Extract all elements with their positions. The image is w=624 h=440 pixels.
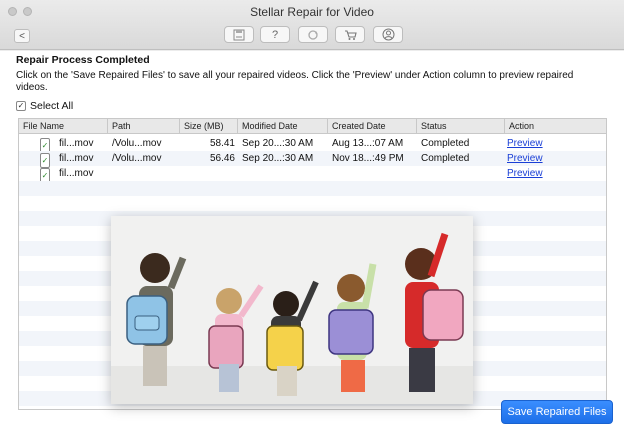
select-all-control[interactable]: ✓ Select All: [16, 100, 73, 112]
table-header: File Name Path Size (MB) Modified Date C…: [19, 119, 606, 134]
help-button[interactable]: ?: [260, 26, 290, 43]
children-with-backpacks-illustration: [111, 216, 473, 404]
size-cell: [180, 166, 235, 181]
modified-date-cell: Sep 20...:30 AM: [242, 138, 314, 149]
empty-row: [19, 181, 606, 196]
refresh-button[interactable]: [298, 26, 328, 43]
column-header-size[interactable]: Size (MB): [180, 119, 238, 134]
back-button[interactable]: <: [14, 29, 30, 43]
table-row[interactable]: ✓ fil...mov /Volu...mov 58.41 Sep 20...:…: [19, 136, 606, 153]
column-header-modified-date[interactable]: Modified Date: [238, 119, 328, 134]
file-name-cell: fil...mov: [59, 153, 94, 164]
user-icon: [382, 28, 394, 41]
title-bar: Stellar Repair for Video < ?: [0, 0, 624, 50]
column-header-path[interactable]: Path: [108, 119, 180, 134]
checkmark-icon: ✓: [41, 140, 49, 150]
column-header-created-date[interactable]: Created Date: [328, 119, 417, 134]
file-name-cell: fil...mov: [59, 168, 94, 179]
window-title: Stellar Repair for Video: [250, 5, 374, 19]
status-cell: Completed: [421, 153, 470, 164]
instructions-text: Click on the 'Save Repaired Files' to sa…: [16, 70, 574, 93]
created-date-cell: Nov 18...:49 PM: [332, 153, 404, 164]
cart-icon: [344, 29, 357, 40]
cart-button[interactable]: [335, 26, 365, 43]
refresh-icon: [308, 29, 318, 40]
created-date-cell: Aug 13...:07 AM: [332, 138, 404, 149]
help-icon: ?: [271, 28, 279, 41]
checkmark-icon: ✓: [41, 170, 49, 180]
video-preview-image: [111, 216, 473, 404]
file-name-cell: fil...mov: [59, 138, 94, 149]
page-heading: Repair Process Completed: [16, 54, 150, 66]
column-header-action[interactable]: Action: [505, 119, 606, 134]
modified-date-cell: Sep 20...:30 AM: [242, 153, 314, 164]
path-cell: /Volu...mov: [112, 153, 162, 164]
select-all-checkbox[interactable]: ✓: [16, 101, 26, 111]
column-header-file-name[interactable]: File Name: [19, 119, 108, 134]
preview-link[interactable]: Preview: [507, 166, 543, 181]
main-panel: Repair Process Completed Click on the 'S…: [0, 51, 624, 440]
column-header-status[interactable]: Status: [417, 119, 505, 134]
select-all-label: Select All: [30, 100, 74, 112]
checkmark-icon: ✓: [17, 101, 25, 110]
path-cell: /Volu...mov: [112, 138, 162, 149]
table-row[interactable]: ✓ fil...mov /Volu...mov 56.46 Sep 20...:…: [19, 151, 606, 168]
save-repaired-files-button[interactable]: Save Repaired Files: [501, 400, 613, 424]
save-icon: [233, 29, 245, 40]
back-icon: <: [19, 30, 25, 42]
checkmark-icon: ✓: [41, 155, 49, 165]
table-row[interactable]: ✓ fil...mov Preview: [19, 166, 606, 183]
status-cell: Completed: [421, 138, 470, 149]
save-toolbar-button[interactable]: [224, 26, 254, 43]
account-button[interactable]: [373, 26, 403, 43]
preview-link[interactable]: Preview: [507, 136, 543, 151]
size-cell: 56.46: [209, 153, 235, 164]
size-cell: 58.41: [209, 138, 235, 149]
preview-link[interactable]: Preview: [507, 151, 543, 166]
